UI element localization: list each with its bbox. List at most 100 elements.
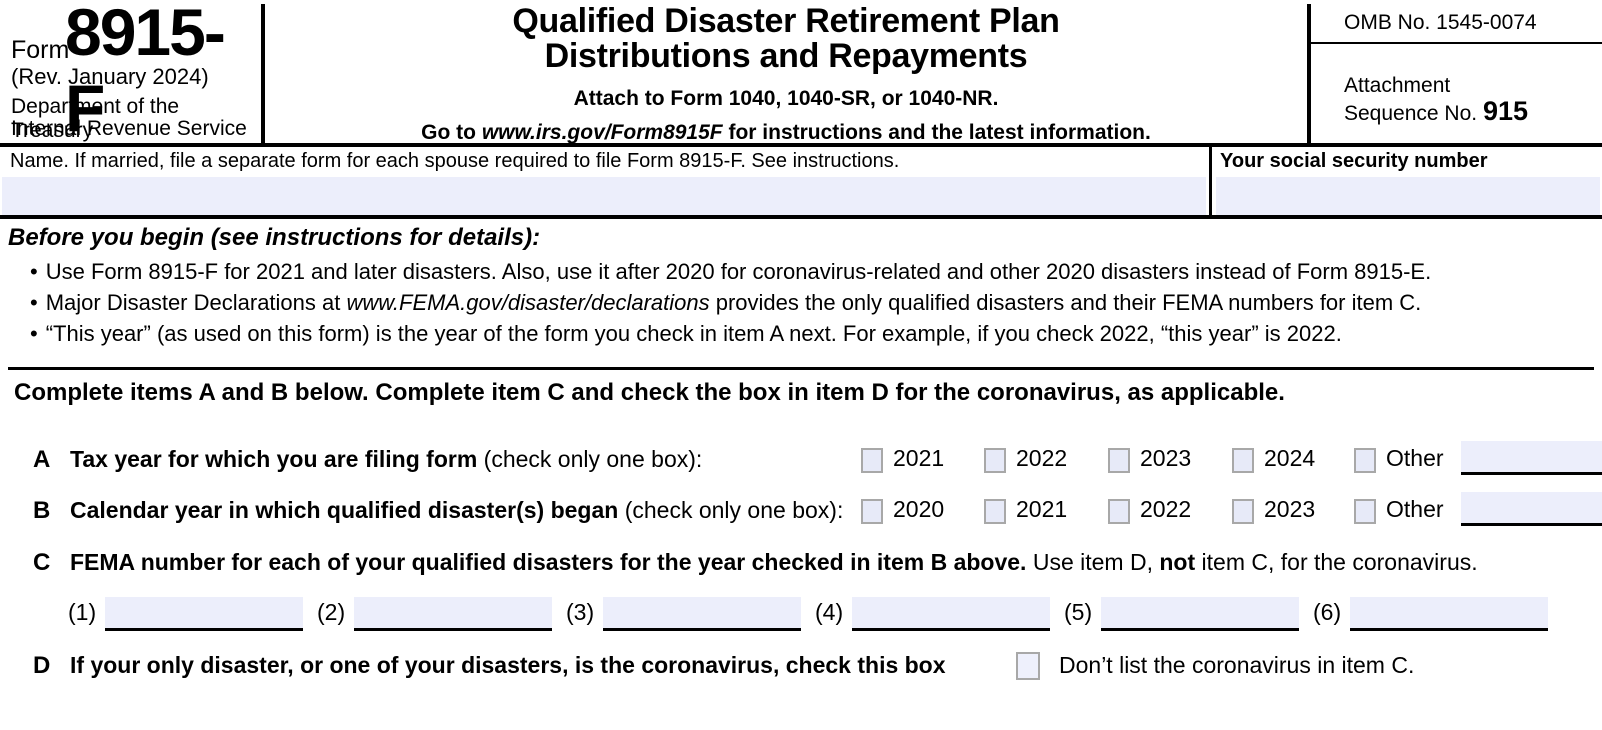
form-header-right: OMB No. 1545-0074 Attachment Sequence No…: [1311, 0, 1602, 143]
attach-to-instruction: Attach to Form 1040, 1040-SR, or 1040-NR…: [573, 87, 999, 110]
fema-underline-5: [1101, 628, 1299, 631]
attachment-sequence-label: Sequence No.: [1344, 102, 1483, 125]
attachment-sequence: Sequence No. 915: [1344, 96, 1528, 127]
fema-underline-6: [1350, 628, 1548, 631]
item-a-checkbox-2023[interactable]: [1108, 448, 1130, 473]
rule-below-header: [0, 143, 1602, 147]
bullet-3-text: “This year” (as used on this form) is th…: [45, 321, 1342, 346]
item-a-label-bold: Tax year for which you are filing form: [70, 446, 478, 472]
item-d-note: Don’t list the coronavirus in item C.: [1059, 652, 1415, 678]
irs-form-8915f-page: Form 8915-F (Rev. January 2024) Departme…: [0, 0, 1602, 730]
item-b-checkbox-2020[interactable]: [861, 499, 883, 524]
item-a-letter: A: [33, 446, 51, 473]
item-b-checkbox-other[interactable]: [1354, 499, 1376, 524]
item-a-label-2024: 2024: [1264, 445, 1316, 471]
header-divider-left: [261, 4, 265, 143]
fema-underline-1: [105, 628, 303, 631]
fema-number-label-2: (2): [317, 599, 346, 625]
fema-input-5[interactable]: [1101, 597, 1299, 628]
complete-items-heading: Complete items A and B below. Complete i…: [14, 379, 1285, 406]
form-title-line2: Distributions and Repayments: [544, 37, 1028, 75]
before-you-begin-bullet-1: • Use Form 8915-F for 2021 and later disa…: [30, 259, 1431, 285]
item-c-label-end: item C, for the coronavirus.: [1195, 549, 1478, 575]
ssn-input[interactable]: [1216, 177, 1600, 215]
fema-number-label-6: (6): [1313, 599, 1342, 625]
item-a-other-input[interactable]: [1461, 441, 1602, 472]
fema-input-3[interactable]: [603, 597, 801, 628]
bullet-2-text-post: provides the only qualified disasters an…: [709, 290, 1422, 315]
item-c-label-not: not: [1159, 549, 1196, 575]
before-you-begin-bullet-2: • Major Disaster Declarations at www.FEMA…: [30, 290, 1421, 316]
fema-input-1[interactable]: [105, 597, 303, 628]
item-a-label-other: Other: [1386, 445, 1444, 471]
attachment-sequence-number: 915: [1482, 96, 1528, 126]
item-b-letter: B: [33, 497, 51, 524]
item-b-label-2021: 2021: [1016, 496, 1068, 522]
fema-input-2[interactable]: [354, 597, 552, 628]
item-a-label-rest: (check only one box):: [477, 446, 703, 472]
item-a-checkbox-2022[interactable]: [984, 448, 1006, 473]
name-field-label: Name. If married, file a separate form f…: [10, 150, 900, 172]
item-c-label-mid: Use item D,: [1026, 549, 1160, 575]
item-b-other-input[interactable]: [1461, 492, 1602, 523]
item-b-label-bold: Calendar year in which qualified disaste…: [70, 497, 619, 523]
fema-number-label-4: (4): [815, 599, 844, 625]
item-b-label-2023: 2023: [1264, 496, 1316, 522]
item-d-label-bold: If your only disaster, or one of your di…: [70, 652, 946, 678]
item-c-label: FEMA number for each of your qualified d…: [70, 549, 1478, 576]
fema-number-label-1: (1): [68, 599, 97, 625]
rule-below-name-row: [0, 215, 1602, 219]
bullet-1-text: Use Form 8915-F for 2021 and later disas…: [45, 259, 1432, 284]
form-revision-date: (Rev. January 2024): [11, 64, 209, 89]
item-a-checkbox-other[interactable]: [1354, 448, 1376, 473]
item-a-checkbox-2021[interactable]: [861, 448, 883, 473]
item-d-checkbox-coronavirus[interactable]: [1016, 652, 1040, 680]
before-you-begin-heading: Before you begin (see instructions for d…: [8, 224, 541, 251]
item-b-label-rest: (check only one box):: [618, 497, 844, 523]
bullet-glyph-icon: •: [30, 321, 38, 346]
goto-instruction: Go to www.irs.gov/Form8915F for instruct…: [270, 121, 1302, 145]
form-title-line1: Qualified Disaster Retirement Plan: [512, 2, 1060, 40]
bullet-glyph-icon: •: [30, 259, 38, 284]
irs-form-url: www.irs.gov/Form8915F: [481, 121, 723, 144]
fema-number-label-5: (5): [1064, 599, 1093, 625]
item-c-label-bold: FEMA number for each of your qualified d…: [70, 549, 1027, 575]
ssn-field-label: Your social security number: [1220, 150, 1488, 172]
attachment-label: Attachment: [1344, 74, 1451, 97]
fema-underline-4: [852, 628, 1050, 631]
item-a-label-2022: 2022: [1016, 445, 1068, 471]
fema-number-label-3: (3): [566, 599, 595, 625]
form-header-left: Form 8915-F (Rev. January 2024) Departme…: [8, 0, 260, 145]
fema-declarations-url: www.FEMA.gov/disaster/declarations: [346, 290, 710, 315]
fema-input-6[interactable]: [1350, 597, 1548, 628]
form-word-label: Form: [11, 36, 70, 64]
item-b-checkbox-2021[interactable]: [984, 499, 1006, 524]
item-a-checkbox-2024[interactable]: [1232, 448, 1254, 473]
name-ssn-divider: [1209, 147, 1212, 215]
item-b-label-2022: 2022: [1140, 496, 1192, 522]
name-input[interactable]: [2, 177, 1206, 215]
fema-input-4[interactable]: [852, 597, 1050, 628]
item-a-label: Tax year for which you are filing form (…: [70, 446, 702, 473]
before-you-begin-bullet-3: • “This year” (as used on this form) is t…: [30, 321, 1342, 347]
internal-revenue-service-label: Internal Revenue Service: [11, 117, 247, 140]
item-b-label-other: Other: [1386, 496, 1444, 522]
form-header: Form 8915-F (Rev. January 2024) Departme…: [0, 0, 1602, 145]
item-a-label-2021: 2021: [893, 445, 945, 471]
goto-suffix: for instructions and the latest informat…: [722, 121, 1151, 144]
bullet-glyph-icon: •: [30, 290, 38, 315]
item-a-label-2023: 2023: [1140, 445, 1192, 471]
omb-number: OMB No. 1545-0074: [1344, 11, 1537, 34]
item-b-checkbox-2022[interactable]: [1108, 499, 1130, 524]
item-c-letter: C: [33, 549, 51, 576]
item-d-label: If your only disaster, or one of your di…: [70, 652, 946, 679]
item-a-other-underline: [1461, 472, 1602, 475]
item-b-checkbox-2023[interactable]: [1232, 499, 1254, 524]
rule-above-complete-items: [8, 367, 1594, 370]
fema-underline-2: [354, 628, 552, 631]
bullet-2-text-pre: Major Disaster Declarations at: [45, 290, 347, 315]
form-title-block: Qualified Disaster Retirement Plan Distr…: [270, 0, 1302, 145]
goto-prefix: Go to: [421, 121, 482, 144]
item-b-label: Calendar year in which qualified disaste…: [70, 497, 843, 524]
fema-underline-3: [603, 628, 801, 631]
